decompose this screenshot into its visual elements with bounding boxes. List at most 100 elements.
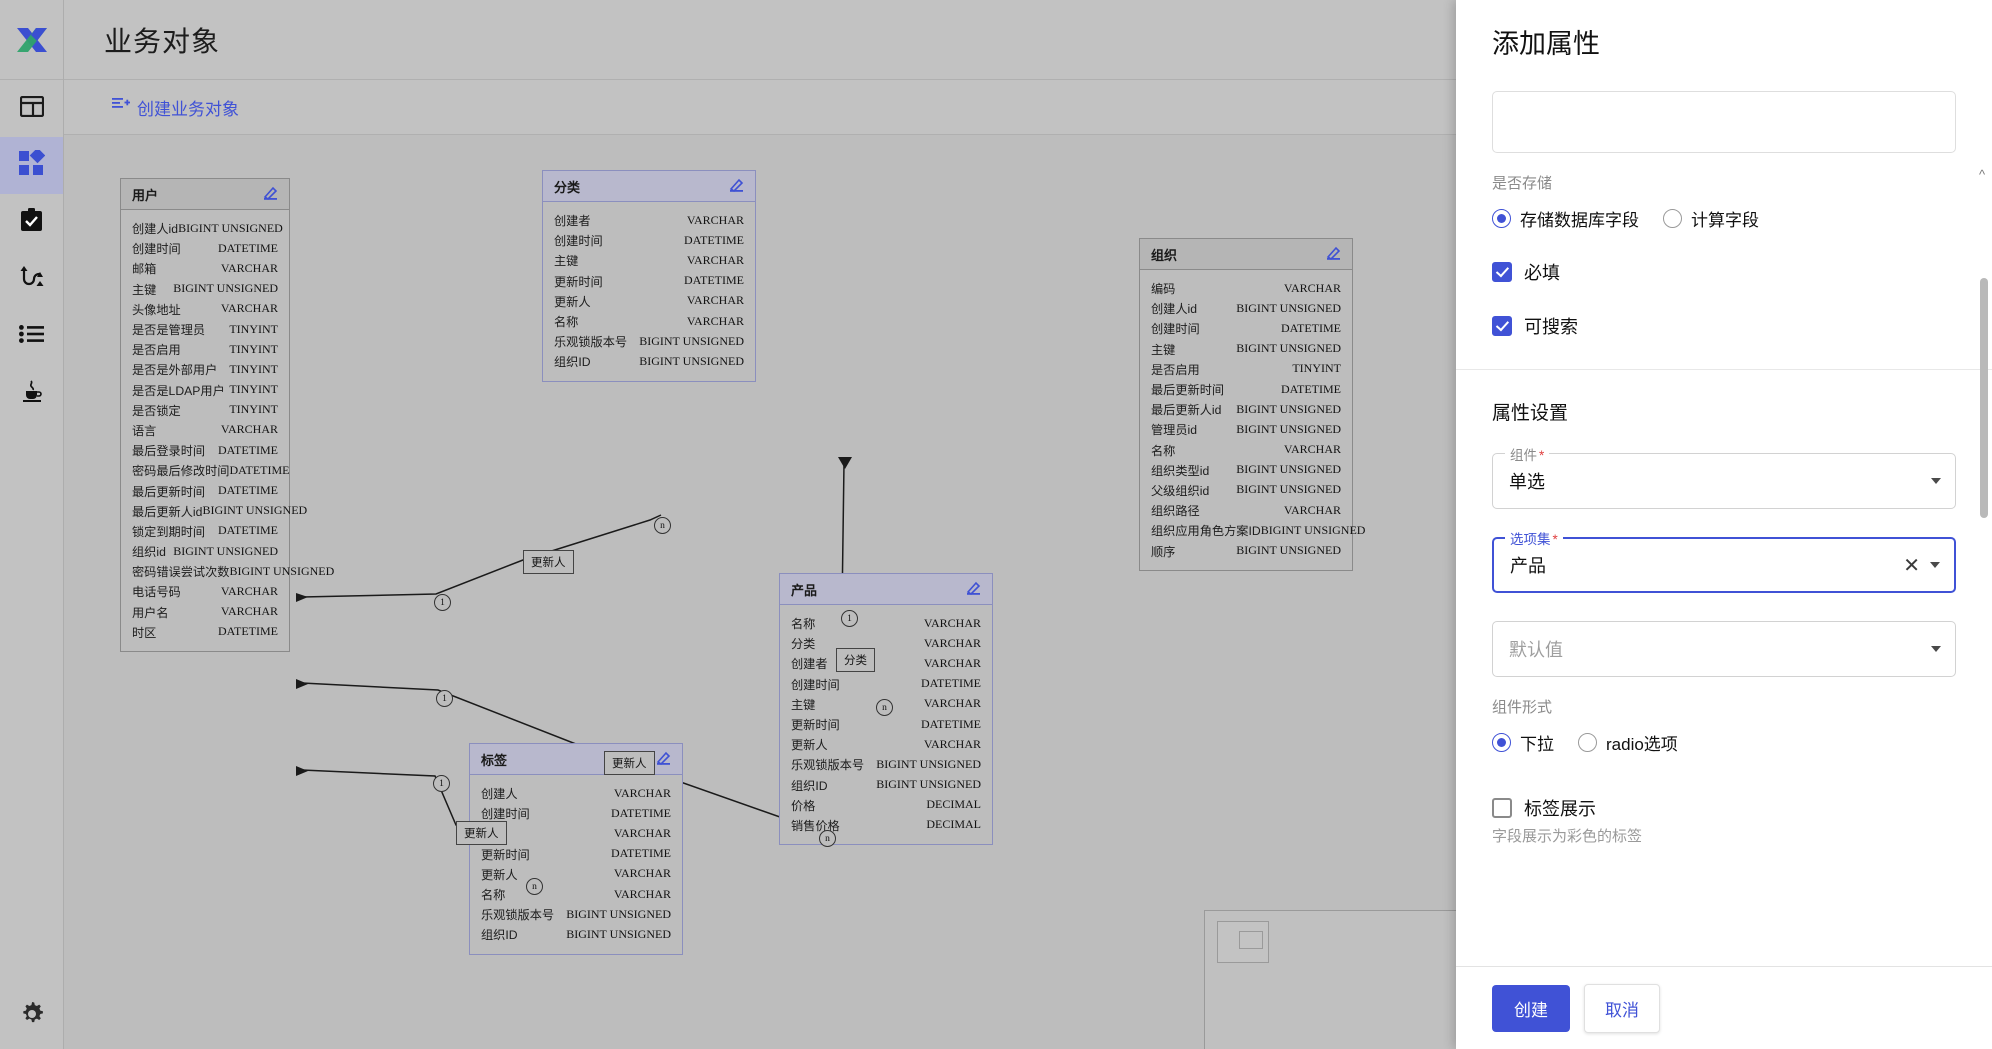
radio-option-computed-field[interactable]: 计算字段 — [1663, 206, 1759, 231]
er-field-row[interactable]: 是否锁定 TINYINT — [121, 400, 289, 420]
er-field-row[interactable]: 创建人id BIGINT UNSIGNED — [1140, 298, 1352, 318]
er-field-row[interactable]: 更新时间 DATETIME — [470, 844, 682, 864]
er-field-row[interactable]: 销售价格 DECIMAL — [780, 815, 992, 835]
er-field-row[interactable]: 编码 VARCHAR — [1140, 278, 1352, 298]
description-textarea[interactable] — [1492, 91, 1956, 153]
radio-option-store-db-field[interactable]: 存储数据库字段 — [1492, 206, 1639, 231]
er-field-row[interactable]: 名称 VARCHAR — [1140, 440, 1352, 460]
relationship-label[interactable]: 更新人 — [456, 821, 507, 845]
er-field-row[interactable]: 时区 DATETIME — [121, 622, 289, 642]
er-field-row[interactable]: 是否是管理员 TINYINT — [121, 319, 289, 339]
er-field-row[interactable]: 最后更新时间 DATETIME — [121, 480, 289, 500]
er-field-row[interactable]: 主键 BIGINT UNSIGNED — [1140, 339, 1352, 359]
relationship-label[interactable]: 更新人 — [604, 751, 655, 775]
er-diagram-canvas[interactable]: 用户 创建人id BIGINT UNSIGNED 创建时间 DATETIME 邮箱 VARC… — [64, 135, 1456, 1049]
er-field-row[interactable]: 组织id BIGINT UNSIGNED — [121, 541, 289, 561]
er-field-row[interactable]: 最后更新人id BIGINT UNSIGNED — [121, 501, 307, 521]
er-field-row[interactable]: 最后更新人id BIGINT UNSIGNED — [1140, 399, 1352, 419]
er-field-row[interactable]: 乐观锁版本号 BIGINT UNSIGNED — [543, 331, 755, 351]
er-field-row[interactable]: 密码最后修改时间 DATETIME — [121, 460, 290, 480]
er-field-row[interactable]: 创建时间 DATETIME — [1140, 318, 1352, 338]
er-field-row[interactable]: 主键 BIGINT UNSIGNED — [121, 279, 289, 299]
relationship-label[interactable]: 更新人 — [523, 550, 574, 574]
er-table[interactable]: 分类 创建者 VARCHAR 创建时间 DATETIME 主键 VARCHAR 更新时间 DAT… — [542, 170, 756, 382]
er-field-row[interactable]: 创建时间 DATETIME — [780, 674, 992, 694]
er-field-row[interactable]: 电话号码 VARCHAR — [121, 581, 289, 601]
er-field-row[interactable]: 创建人id BIGINT UNSIGNED — [121, 218, 289, 238]
sidebar-item-tasks[interactable] — [0, 194, 63, 251]
er-field-row[interactable]: 父级组织id BIGINT UNSIGNED — [1140, 480, 1352, 500]
er-field-row[interactable]: 组织ID BIGINT UNSIGNED — [470, 924, 682, 944]
er-field-row[interactable]: 创建者 VARCHAR — [543, 210, 755, 230]
er-field-row[interactable]: 主键 VARCHAR — [543, 250, 755, 270]
scrollbar-thumb[interactable] — [1980, 278, 1988, 518]
component-select[interactable]: 组件 * 单选 — [1492, 444, 1956, 509]
er-field-row[interactable]: 组织ID BIGINT UNSIGNED — [780, 775, 992, 795]
radio-option-radio[interactable]: radio选项 — [1578, 730, 1678, 755]
er-field-row[interactable]: 名称 VARCHAR — [543, 311, 755, 331]
er-field-row[interactable]: 邮箱 VARCHAR — [121, 258, 289, 278]
er-field-row[interactable]: 用户名 VARCHAR — [121, 602, 289, 622]
er-field-row[interactable]: 组织应用角色方案ID BIGINT UNSIGNED — [1140, 520, 1365, 540]
er-field-row[interactable]: 创建时间 DATETIME — [543, 230, 755, 250]
er-field-row[interactable]: 顺序 BIGINT UNSIGNED — [1140, 540, 1352, 560]
er-field-row[interactable]: 价格 DECIMAL — [780, 795, 992, 815]
sidebar-item-lists[interactable] — [0, 308, 63, 365]
er-field-row[interactable]: 组织ID BIGINT UNSIGNED — [543, 351, 755, 371]
pencil-edit-icon[interactable] — [263, 186, 278, 203]
sidebar-item-dashboard-panel[interactable] — [0, 80, 63, 137]
er-field-row[interactable]: 创建者 VARCHAR — [780, 653, 992, 673]
er-field-row[interactable]: 乐观锁版本号 BIGINT UNSIGNED — [470, 904, 682, 924]
er-field-row[interactable]: 更新人 VARCHAR — [780, 734, 992, 754]
pencil-edit-icon[interactable] — [729, 178, 744, 195]
radio-option-dropdown[interactable]: 下拉 — [1492, 730, 1554, 755]
er-field-row[interactable]: 是否启用 TINYINT — [1140, 359, 1352, 379]
gear-icon[interactable] — [0, 989, 64, 1039]
er-field-row[interactable]: 更新人 VARCHAR — [470, 864, 682, 884]
checkbox-searchable[interactable]: 可搜索 — [1492, 313, 1956, 339]
sidebar-item-java[interactable] — [0, 365, 63, 422]
sidebar-item-business-objects[interactable] — [0, 137, 63, 194]
er-field-row[interactable]: 最后登录时间 DATETIME — [121, 440, 289, 460]
er-field-row[interactable]: 是否是外部用户 TINYINT — [121, 359, 289, 379]
sidebar-item-flows[interactable] — [0, 251, 63, 308]
er-field-row[interactable]: 管理员id BIGINT UNSIGNED — [1140, 419, 1352, 439]
er-field-row[interactable]: 名称 VARCHAR — [470, 884, 682, 904]
er-field-row[interactable]: 组织路径 VARCHAR — [1140, 500, 1352, 520]
er-field-row[interactable]: 组织类型id BIGINT UNSIGNED — [1140, 460, 1352, 480]
er-field-row[interactable]: 是否启用 TINYINT — [121, 339, 289, 359]
relationship-label[interactable]: 分类 — [836, 648, 875, 672]
er-field-row[interactable]: 头像地址 VARCHAR — [121, 299, 289, 319]
clear-x-icon[interactable]: ✕ — [1903, 553, 1920, 578]
canvas-minimap[interactable] — [1204, 910, 1456, 1049]
er-field-row[interactable]: 名称 VARCHAR — [780, 613, 992, 633]
checkbox-required[interactable]: 必填 — [1492, 259, 1956, 285]
er-field-row[interactable]: 创建人 VARCHAR — [470, 783, 682, 803]
app-logo-icon[interactable] — [0, 0, 63, 80]
er-field-row[interactable]: 语言 VARCHAR — [121, 420, 289, 440]
er-field-row[interactable]: 更新时间 DATETIME — [543, 271, 755, 291]
checkbox-tag-display[interactable]: 标签展示 — [1492, 795, 1956, 821]
create-business-object-button[interactable]: 创建业务对象 — [112, 95, 239, 120]
er-table[interactable]: 组织 编码 VARCHAR 创建人id BIGINT UNSIGNED 创建时间 DATET… — [1139, 238, 1365, 571]
er-field-row[interactable]: 更新人 VARCHAR — [543, 291, 755, 311]
er-field-row[interactable]: 是否是LDAP用户 TINYINT — [121, 380, 289, 400]
er-table[interactable]: 用户 创建人id BIGINT UNSIGNED 创建时间 DATETIME 邮箱 VARC… — [120, 178, 334, 652]
pencil-edit-icon[interactable] — [966, 581, 981, 598]
er-field-row[interactable]: 乐观锁版本号 BIGINT UNSIGNED — [780, 754, 992, 774]
er-field-row[interactable]: 分类 VARCHAR — [780, 633, 992, 653]
cancel-button[interactable]: 取消 — [1584, 983, 1660, 1033]
pencil-edit-icon[interactable] — [1326, 246, 1341, 263]
pencil-edit-icon[interactable] — [656, 751, 671, 768]
er-field-type: TINYINT — [229, 382, 278, 397]
er-field-row[interactable]: 更新时间 DATETIME — [780, 714, 992, 734]
er-field-row[interactable]: 密码错误尝试次数 BIGINT UNSIGNED — [121, 561, 334, 581]
er-field-row[interactable]: 最后更新时间 DATETIME — [1140, 379, 1352, 399]
er-field-row[interactable]: 锁定到期时间 DATETIME — [121, 521, 289, 541]
er-field-name: 创建时间 — [1151, 322, 1200, 337]
er-field-row[interactable]: 创建时间 DATETIME — [121, 238, 289, 258]
option-set-select[interactable]: 选项集 * 产品 ✕ — [1492, 528, 1956, 593]
panel-scrollbar[interactable]: ^ — [1979, 167, 1989, 773]
default-value-select[interactable]: 默认值 — [1492, 621, 1956, 677]
create-button[interactable]: 创建 — [1492, 984, 1570, 1032]
